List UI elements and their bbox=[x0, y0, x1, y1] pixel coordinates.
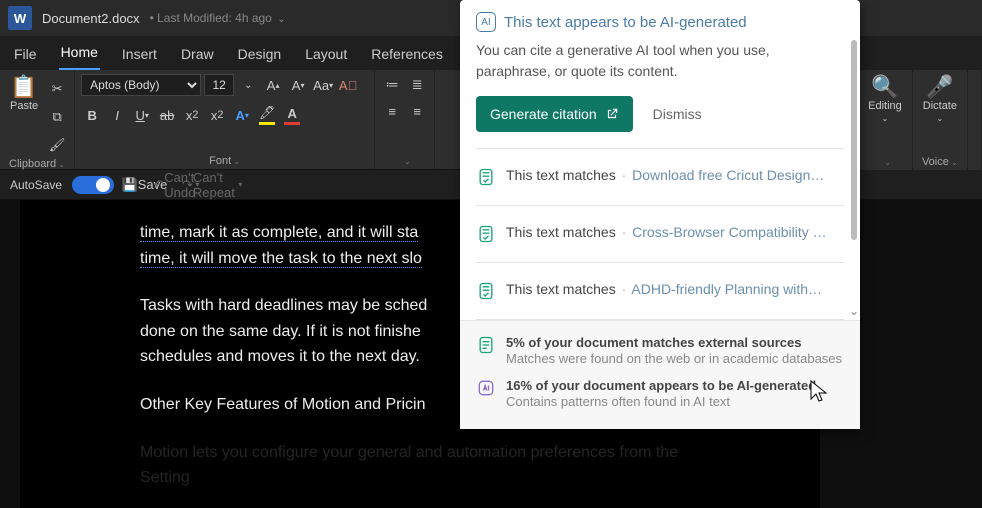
change-case-button[interactable]: Aa▾ bbox=[312, 74, 334, 96]
dismiss-button[interactable]: Dismiss bbox=[653, 106, 702, 122]
tab-references[interactable]: References bbox=[369, 40, 445, 70]
paragraph[interactable]: Motion lets you configure your general a… bbox=[140, 440, 700, 491]
format-painter-button[interactable]: 🖌 bbox=[46, 134, 68, 156]
panel-scrollbar[interactable]: ⌄ bbox=[846, 0, 860, 320]
bullets-button[interactable]: ≔ bbox=[381, 74, 403, 96]
save-button[interactable]: 💾 Save bbox=[133, 174, 155, 196]
tab-file[interactable]: File bbox=[12, 40, 39, 70]
chevron-down-icon[interactable]: ⌄ bbox=[237, 74, 259, 96]
copy-button[interactable]: ⧉ bbox=[46, 106, 68, 128]
panel-summary: 5% of your document matches external sou… bbox=[460, 320, 860, 429]
ai-match-sub: Contains patterns often found in AI text bbox=[506, 393, 816, 411]
cut-button[interactable]: ✂ bbox=[46, 78, 68, 100]
group-paragraph: ≔ ≣ ≡ ≡ bbox=[375, 70, 435, 169]
microphone-icon: 🎤 bbox=[926, 76, 953, 98]
autosave-label: AutoSave bbox=[10, 178, 62, 192]
font-size-select[interactable]: 12 bbox=[204, 74, 234, 96]
tab-home[interactable]: Home bbox=[59, 38, 100, 70]
superscript-button[interactable]: x2 bbox=[206, 104, 228, 126]
tab-insert[interactable]: Insert bbox=[120, 40, 159, 70]
similarity-panel: AI This text appears to be AI-generated … bbox=[460, 0, 860, 429]
word-icon: W bbox=[8, 6, 32, 30]
ai-icon bbox=[476, 378, 496, 398]
match-result[interactable]: This text matches · Cross-Browser Compat… bbox=[460, 206, 860, 262]
clear-formatting-button[interactable]: A⃠ bbox=[337, 74, 359, 96]
align-left-button[interactable]: ≡ bbox=[381, 100, 403, 122]
document-check-icon bbox=[476, 281, 496, 301]
numbering-button[interactable]: ≣ bbox=[406, 74, 428, 96]
mouse-cursor-icon bbox=[810, 380, 828, 404]
match-result[interactable]: This text matches · Download free Cricut… bbox=[460, 149, 860, 205]
italic-button[interactable]: I bbox=[106, 104, 128, 126]
group-clipboard: 📋 Paste ✂ ⧉ 🖌 Clipboard bbox=[0, 70, 75, 169]
match-result[interactable]: This text matches · ADHD-friendly Planni… bbox=[460, 263, 860, 319]
tab-draw[interactable]: Draw bbox=[179, 40, 216, 70]
font-name-select[interactable]: Aptos (Body) bbox=[81, 74, 201, 96]
redo-button[interactable]: ↷ Can't Repeat bbox=[197, 174, 219, 196]
shrink-font-button[interactable]: A▾ bbox=[287, 74, 309, 96]
external-match-sub: Matches were found on the web or in acad… bbox=[506, 350, 842, 368]
ai-detection-description: You can cite a generative AI tool when y… bbox=[460, 36, 860, 96]
subscript-button[interactable]: x2 bbox=[181, 104, 203, 126]
chevron-down-icon[interactable]: ⌄ bbox=[849, 304, 859, 318]
autosave-toggle[interactable] bbox=[72, 176, 114, 194]
text-effects-button[interactable]: A▾ bbox=[231, 104, 253, 126]
external-link-icon bbox=[605, 107, 619, 121]
ai-detection-header: AI This text appears to be AI-generated bbox=[460, 0, 860, 36]
external-match-title: 5% of your document matches external sou… bbox=[506, 335, 842, 350]
ai-match-title: 16% of your document appears to be AI-ge… bbox=[506, 378, 816, 393]
generate-citation-button[interactable]: Generate citation bbox=[476, 96, 633, 132]
tab-design[interactable]: Design bbox=[236, 40, 284, 70]
group-label-font: Font bbox=[81, 153, 368, 167]
paste-button[interactable]: 📋 Paste bbox=[6, 74, 42, 114]
align-center-button[interactable]: ≡ bbox=[406, 100, 428, 122]
group-font: Aptos (Body) 12 ⌄ A▴ A▾ Aa▾ A⃠ B I U▾ ab… bbox=[75, 70, 375, 169]
document-title[interactable]: Document2.docx bbox=[42, 11, 140, 26]
search-icon: 🔍 bbox=[871, 76, 898, 98]
highlight-button[interactable]: 🖊 bbox=[256, 104, 278, 126]
strikethrough-button[interactable]: ab bbox=[156, 104, 178, 126]
more-commands-button[interactable]: ▾ bbox=[229, 174, 251, 196]
group-label-voice: Voice bbox=[919, 154, 961, 168]
document-check-icon bbox=[476, 167, 496, 187]
document-icon bbox=[476, 335, 496, 355]
underline-button[interactable]: U▾ bbox=[131, 104, 153, 126]
grow-font-button[interactable]: A▴ bbox=[262, 74, 284, 96]
ai-icon: AI bbox=[476, 12, 496, 32]
editing-button[interactable]: 🔍 Editing⌄ bbox=[864, 74, 906, 125]
group-label-clipboard: Clipboard bbox=[6, 156, 68, 170]
document-check-icon bbox=[476, 224, 496, 244]
bold-button[interactable]: B bbox=[81, 104, 103, 126]
tab-layout[interactable]: Layout bbox=[303, 40, 349, 70]
dictate-button[interactable]: 🎤 Dictate⌄ bbox=[919, 74, 961, 125]
font-color-button[interactable]: A bbox=[281, 104, 303, 126]
clipboard-icon: 📋 bbox=[10, 76, 37, 98]
ribbon-right: 🔍 Editing⌄ 🎤 Dictate⌄ Voice bbox=[858, 70, 982, 170]
last-modified[interactable]: • Last Modified: 4h ago ⌄ bbox=[150, 11, 286, 25]
chevron-down-icon: ⌄ bbox=[277, 14, 285, 25]
